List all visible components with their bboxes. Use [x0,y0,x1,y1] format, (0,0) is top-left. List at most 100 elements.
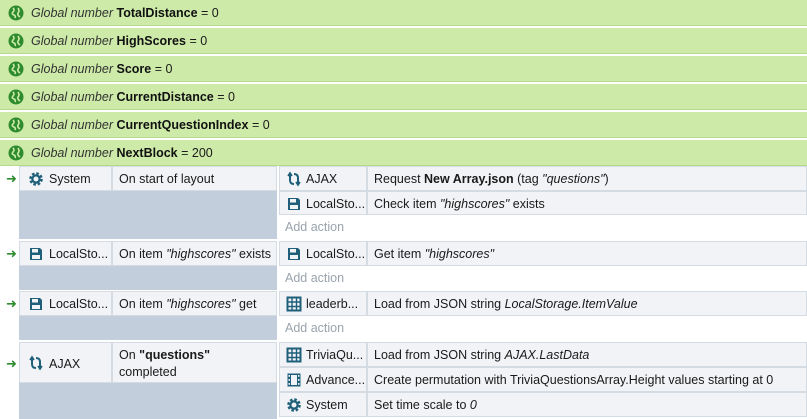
event-block[interactable]: ➜ LocalSto... On item "highscores" get l… [0,291,807,340]
condition-object[interactable]: System [19,166,112,191]
ajax-icon [287,171,301,187]
action-object[interactable]: Advance... [279,367,367,392]
action-italic: "highscores" [424,247,495,261]
condition-object[interactable]: LocalSto... [19,291,112,316]
global-name: HighScores [116,34,186,48]
global-name: CurrentQuestionIndex [116,118,249,132]
condition-text: get [235,297,257,311]
arrow-right-icon: ➜ [6,246,17,261]
global-value: = 0 [251,118,270,132]
gear-icon [287,398,301,412]
action-object[interactable]: System [279,392,367,417]
globe-icon [8,145,24,161]
action-object[interactable]: LocalSto... [279,191,367,215]
event-block[interactable]: ➜ LocalSto... On item "highscores" exist… [0,241,807,290]
condition-description[interactable]: On item "highscores" exists [112,241,277,266]
global-value: = 0 [154,62,173,76]
globe-icon [8,61,24,77]
action-text: ) [604,172,609,186]
global-name: CurrentDistance [116,90,214,104]
action-object[interactable]: leaderb... [279,291,367,316]
global-var-row[interactable]: Global number Score = 0 [0,56,807,82]
local-storage-icon [288,198,300,210]
global-name: TotalDistance [116,6,198,20]
action-text: Request [374,172,425,186]
action-text: Set time scale to [374,398,470,412]
globe-icon [8,33,24,49]
action-description[interactable]: Load from JSON string AJAX.LastData [367,342,807,367]
global-value: = 200 [181,146,213,160]
action-object-label: LocalSto... [306,197,366,211]
globe-icon [8,117,24,133]
condition-description[interactable]: On start of layout [112,166,277,191]
global-prefix: Global number [31,90,113,104]
action-object-label: Advance... [306,373,366,387]
condition-text: exists [235,247,272,261]
action-description[interactable]: Check item "highscores" exists [367,191,807,215]
condition-object-label: System [49,172,91,186]
condition-text: On [119,348,140,362]
global-prefix: Global number [31,34,113,48]
global-var-row[interactable]: Global number HighScores = 0 [0,28,807,54]
action-object[interactable]: TriviaQu... [279,342,367,367]
local-storage-icon [288,248,300,260]
global-var-row[interactable]: Global number TotalDistance = 0 [0,0,807,26]
action-description[interactable]: Set time scale to 0 [367,392,807,417]
action-italic: LocalStorage.ItemValue [504,297,638,311]
arrow-right-icon: ➜ [6,171,17,186]
global-var-row[interactable]: Global number CurrentQuestionIndex = 0 [0,112,807,138]
film-strip-icon [287,373,301,387]
add-action-link[interactable]: Add action [285,220,344,234]
ajax-icon [29,355,43,371]
action-bold: New Array.json [424,172,514,186]
global-value: = 0 [201,6,219,20]
action-italic: "questions" [542,172,605,186]
add-action-link[interactable]: Add action [285,271,344,285]
action-object-label: leaderb... [306,297,359,311]
condition-text: On start of layout [119,172,215,186]
globe-icon [8,89,24,105]
action-text: Create permutation with TriviaQuestionsA… [374,373,774,387]
globe-icon [8,5,24,21]
condition-bold: "questions" [139,348,211,362]
arrow-right-icon: ➜ [6,296,17,311]
event-margin [19,382,277,419]
action-italic: AJAX.LastData [504,348,590,362]
action-object[interactable]: AJAX [279,166,367,191]
event-block[interactable]: ➜ AJAX On "questions" completed TriviaQu… [0,342,807,419]
event-margin [19,265,277,290]
action-description[interactable]: Create permutation with TriviaQuestionsA… [367,367,807,392]
action-italic: 0 [469,398,477,412]
condition-text: completed [119,365,177,379]
action-text: Load from JSON string [374,348,505,362]
action-object-label: System [306,398,348,412]
action-text: (tag [513,172,543,186]
add-action-link[interactable]: Add action [285,321,344,335]
condition-description[interactable]: On item "highscores" get [112,291,277,316]
global-prefix: Global number [31,6,113,20]
action-description[interactable]: Get item "highscores" [367,241,807,266]
event-margin [19,315,277,340]
action-object-label: LocalSto... [306,247,366,261]
global-name: NextBlock [116,146,178,160]
local-storage-icon [30,248,42,260]
action-object[interactable]: LocalSto... [279,241,367,266]
global-var-row[interactable]: Global number NextBlock = 200 [0,140,807,166]
action-description[interactable]: Load from JSON string LocalStorage.ItemV… [367,291,807,316]
global-prefix: Global number [31,118,113,132]
action-object-label: AJAX [306,172,338,186]
action-italic: "highscores" [440,197,510,211]
condition-object[interactable]: LocalSto... [19,241,112,266]
condition-object-label: LocalSto... [49,247,109,261]
condition-italic: "highscores" [166,247,236,261]
condition-description[interactable]: On "questions" completed [112,342,277,383]
global-value: = 0 [189,34,208,48]
condition-object[interactable]: AJAX [19,342,112,383]
action-text: Load from JSON string [374,297,505,311]
global-var-row[interactable]: Global number CurrentDistance = 0 [0,84,807,110]
event-block[interactable]: ➜ System On start of layout AJAX Request… [0,166,807,240]
global-prefix: Global number [31,62,113,76]
array-icon [286,347,302,363]
action-description[interactable]: Request New Array.json (tag "questions") [367,166,807,191]
action-text: Check item [374,197,440,211]
